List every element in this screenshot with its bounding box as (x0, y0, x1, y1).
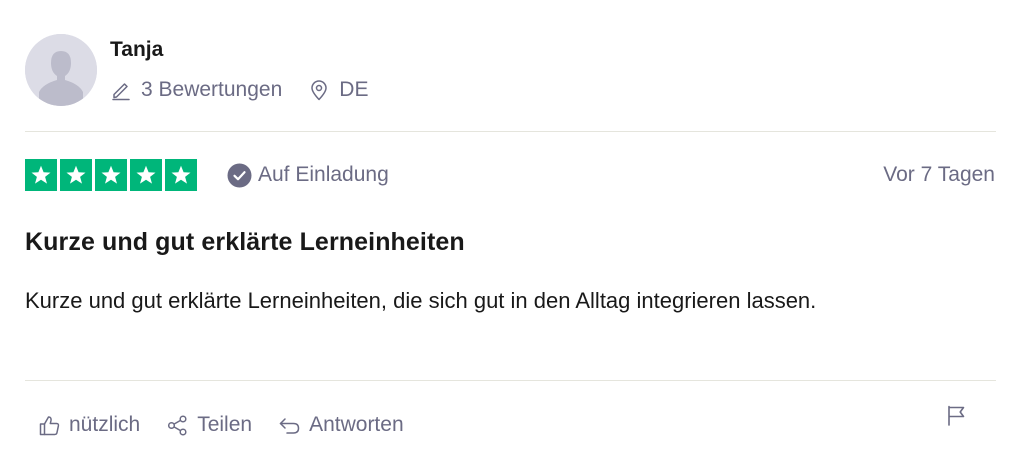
user-silhouette-icon (25, 34, 97, 106)
pencil-icon (110, 79, 132, 101)
review-title[interactable]: Kurze und gut erklärte Lerneinheiten (25, 228, 465, 257)
verification-label: Auf Einladung (258, 163, 389, 186)
reviewer-meta: 3 Bewertungen DE (110, 76, 368, 104)
review-count: 3 Bewertungen (110, 78, 282, 102)
star-icon (136, 165, 156, 184)
star (165, 159, 197, 191)
useful-label: nützlich (69, 413, 141, 436)
useful-button[interactable]: nützlich (38, 413, 140, 437)
reply-label: Antworten (309, 413, 404, 436)
reviewer-country: DE (308, 78, 368, 102)
reviewer-name[interactable]: Tanja (110, 38, 163, 62)
review-body: Kurze und gut erklärte Lerneinheiten, di… (25, 288, 817, 313)
star-icon (171, 165, 191, 184)
star-icon (101, 165, 121, 184)
reply-button[interactable]: Antworten (278, 413, 404, 437)
flag-icon (945, 404, 967, 426)
share-label: Teilen (197, 413, 253, 436)
location-pin-icon (308, 79, 330, 101)
star-rating (25, 159, 197, 191)
thumbs-up-icon (38, 414, 61, 437)
star (60, 159, 92, 191)
reply-icon (278, 414, 301, 437)
review-card: Tanja 3 Bewertungen DE Auf Einladung Vor… (0, 0, 1024, 471)
review-date: Vor 7 Tagen (883, 163, 995, 186)
divider (25, 380, 996, 381)
report-button[interactable] (945, 404, 967, 426)
review-actions: nützlich Teilen Antworten (38, 410, 404, 440)
check-circle-icon (227, 163, 252, 188)
star-icon (31, 165, 51, 184)
country-text: DE (339, 78, 369, 101)
verification-badge[interactable]: Auf Einladung (227, 161, 389, 189)
star (130, 159, 162, 191)
star (95, 159, 127, 191)
review-count-text: 3 Bewertungen (141, 78, 283, 101)
share-icon (166, 414, 189, 437)
star-icon (66, 165, 86, 184)
divider (25, 131, 996, 132)
share-button[interactable]: Teilen (166, 413, 252, 437)
star (25, 159, 57, 191)
avatar[interactable] (25, 34, 97, 106)
